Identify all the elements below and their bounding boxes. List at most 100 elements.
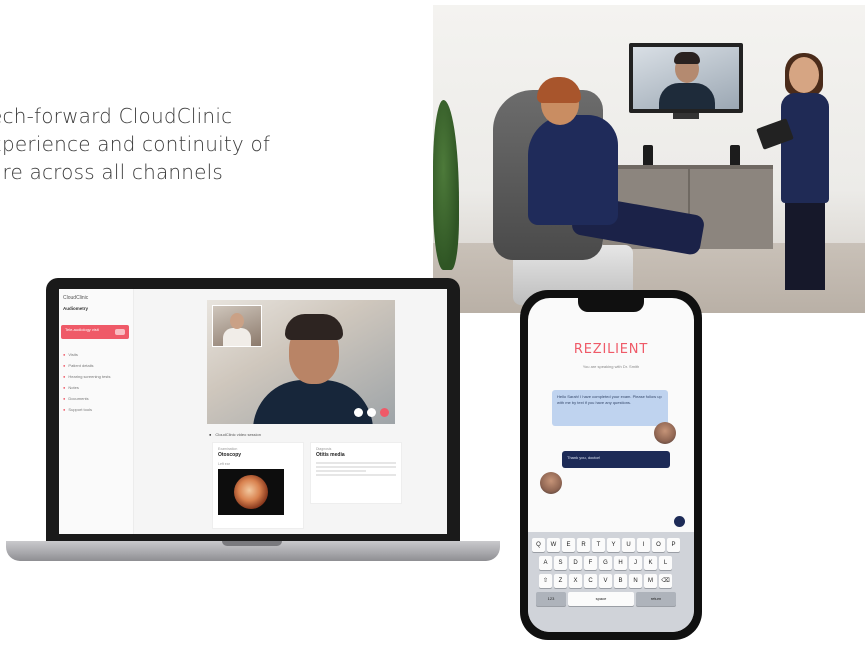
key[interactable]: B <box>614 574 627 588</box>
video-call <box>207 300 395 424</box>
shift-key[interactable]: ⇧ <box>539 574 552 588</box>
clinic-room-photo <box>433 5 865 313</box>
self-view-face <box>230 313 244 329</box>
key[interactable]: E <box>562 538 575 552</box>
incoming-message: Hello Sarah! I have completed your exam.… <box>552 390 668 426</box>
numbers-key[interactable]: 123 <box>536 592 566 606</box>
app-main: CloudClinic video session Examination Ot… <box>134 289 447 534</box>
headline-line-2: xperience and continuity of <box>0 132 271 156</box>
speaker-right <box>730 145 740 167</box>
camera-bar <box>673 113 699 119</box>
text-line <box>316 474 396 476</box>
keyboard-row-4: 123 space return <box>536 592 676 606</box>
space-key[interactable]: space <box>568 592 634 606</box>
sidebar-badge <box>115 329 125 335</box>
card-label: Diagnosis <box>316 447 332 451</box>
doctor-body <box>659 83 715 109</box>
examination-card: Examination Otoscopy Left ear <box>212 442 304 529</box>
key[interactable]: P <box>667 538 680 552</box>
keyboard: Q W E R T Y U I O P A S D F G H J K L ⇧ … <box>528 532 694 632</box>
key[interactable]: Y <box>607 538 620 552</box>
return-key[interactable]: return <box>636 592 676 606</box>
keyboard-row-3: ⇧ Z X C V B N M ⌫ <box>539 574 672 588</box>
key[interactable]: K <box>644 556 657 570</box>
backspace-key[interactable]: ⌫ <box>659 574 672 588</box>
key[interactable]: T <box>592 538 605 552</box>
patient-body <box>528 115 618 225</box>
key[interactable]: X <box>569 574 582 588</box>
phone-screen: REZILIENT You are speaking with Dr. Smit… <box>528 298 694 632</box>
self-view-body <box>223 328 251 346</box>
app-name: CloudClinic <box>63 295 89 301</box>
chat-subtitle: You are speaking with Dr. Smith <box>582 364 640 369</box>
end-call-button[interactable] <box>380 408 389 417</box>
doctor-hair <box>674 52 700 64</box>
key[interactable]: O <box>652 538 665 552</box>
brand-logo: REZILIENT <box>573 342 649 357</box>
key[interactable]: Q <box>532 538 545 552</box>
keyboard-row-2: A S D F G H J K L <box>539 556 672 570</box>
headline-line-3: are across all channels <box>0 160 224 184</box>
speaker-left <box>643 145 653 167</box>
nurse-legs <box>785 200 825 290</box>
image-label: Left ear <box>218 462 230 466</box>
headline-line-1: ech-forward CloudClinic <box>0 104 233 128</box>
card-value: Otitis media <box>316 452 345 458</box>
sidebar-item[interactable]: Notes <box>63 382 129 393</box>
text-line <box>316 462 396 464</box>
key[interactable]: S <box>554 556 567 570</box>
key[interactable]: W <box>547 538 560 552</box>
laptop-notch <box>222 541 282 546</box>
key[interactable]: G <box>599 556 612 570</box>
keyboard-row-1: Q W E R T Y U I O P <box>532 538 680 552</box>
card-label: Examination <box>218 447 238 451</box>
laptop-screen: CloudClinic Audiometry Tele-audiology vi… <box>59 289 447 534</box>
camera-button[interactable] <box>367 408 376 417</box>
phone-notch <box>578 298 644 312</box>
sidebar-item-active-label: Tele-audiology visit <box>65 327 99 332</box>
key[interactable]: N <box>629 574 642 588</box>
plant <box>433 100 459 270</box>
key[interactable]: R <box>577 538 590 552</box>
card-value: Otoscopy <box>218 452 242 458</box>
key[interactable]: I <box>637 538 650 552</box>
key[interactable]: L <box>659 556 672 570</box>
otoscope-image[interactable] <box>218 469 284 515</box>
laptop-frame: CloudClinic Audiometry Tele-audiology vi… <box>46 278 460 543</box>
key[interactable]: H <box>614 556 627 570</box>
patient-hair <box>537 77 581 103</box>
session-label: CloudClinic video session <box>209 432 261 437</box>
text-line <box>316 466 396 468</box>
sidebar-item[interactable]: Documents <box>63 393 129 404</box>
key[interactable]: J <box>629 556 642 570</box>
key[interactable]: Z <box>554 574 567 588</box>
sidebar-item[interactable]: Visits <box>63 349 129 360</box>
sidebar-item[interactable]: Patient details <box>63 360 129 371</box>
key[interactable]: C <box>584 574 597 588</box>
sidebar-item[interactable]: Hearing screening tests <box>63 371 129 382</box>
outgoing-message: Thank you, doctor! <box>562 451 670 468</box>
self-view-video <box>212 305 262 347</box>
doctor-avatar <box>654 422 676 444</box>
patient-avatar <box>540 472 562 494</box>
nurse-head <box>789 57 819 93</box>
clinician-hair <box>285 314 343 340</box>
sidebar-item[interactable]: Support tools <box>63 404 129 415</box>
key[interactable]: D <box>569 556 582 570</box>
send-button[interactable] <box>674 516 685 527</box>
nurse-body <box>781 93 829 203</box>
mute-button[interactable] <box>354 408 363 417</box>
diagnosis-card: Diagnosis Otitis media <box>310 442 402 504</box>
sidebar-nav: Visits Patient details Hearing screening… <box>63 349 129 415</box>
key[interactable]: A <box>539 556 552 570</box>
key[interactable]: V <box>599 574 612 588</box>
key[interactable]: M <box>644 574 657 588</box>
text-line <box>316 470 366 472</box>
app-sidebar: CloudClinic Audiometry Tele-audiology vi… <box>59 289 134 534</box>
sidebar-item-active[interactable]: Tele-audiology visit <box>61 325 129 339</box>
wall-monitor <box>629 43 743 113</box>
key[interactable]: F <box>584 556 597 570</box>
sidebar-subheader: Audiometry <box>63 306 89 311</box>
key[interactable]: U <box>622 538 635 552</box>
headline-text: ech-forward CloudClinic xperience and co… <box>0 102 420 186</box>
